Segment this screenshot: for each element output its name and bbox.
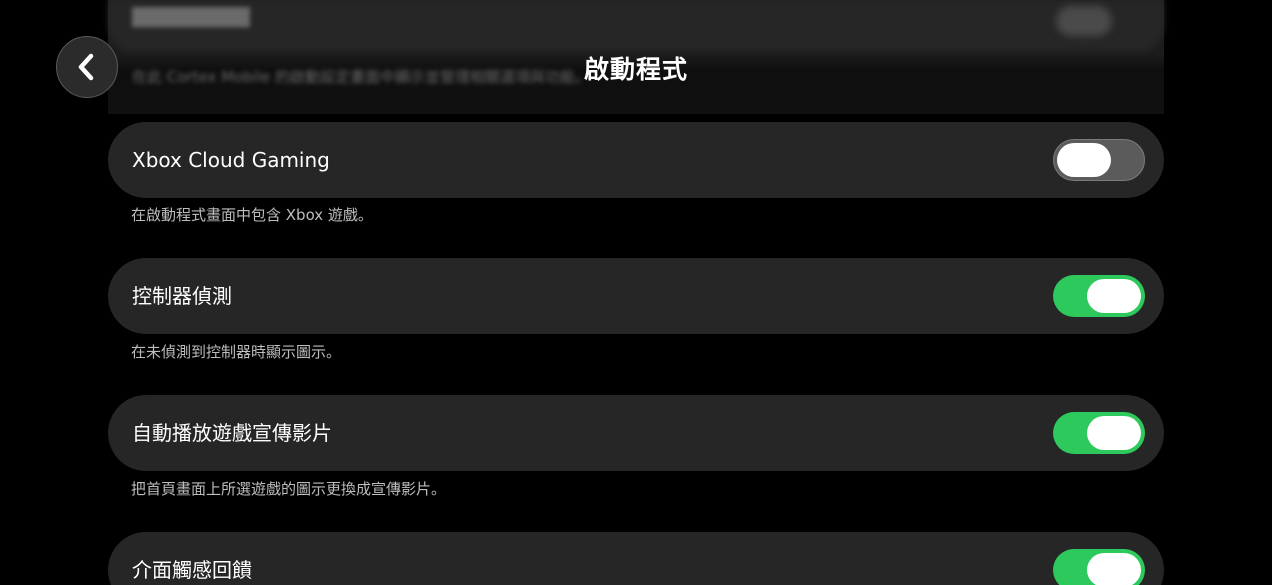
blurred-setting-row	[108, 0, 1164, 52]
setting-description: 把首頁畫面上所選遊戲的圖示更換成宣傳影片。	[131, 480, 447, 498]
blurred-toggle	[1056, 6, 1112, 36]
setting-label: 控制器偵測	[132, 284, 232, 308]
setting-row-xbox-cloud-gaming[interactable]: Xbox Cloud Gaming	[108, 122, 1164, 198]
setting-description: 在未偵測到控制器時顯示圖示。	[131, 343, 342, 361]
autoplay-trailers-toggle[interactable]	[1053, 412, 1145, 454]
haptic-feedback-toggle[interactable]	[1053, 549, 1145, 585]
setting-label: 自動播放遊戲宣傳影片	[132, 421, 332, 445]
toggle-knob	[1087, 279, 1141, 313]
blurred-setting-label: █████████	[132, 8, 250, 28]
setting-row-haptic-feedback[interactable]: 介面觸感回饋	[108, 532, 1164, 585]
setting-description: 在啟動程式畫面中包含 Xbox 遊戲。	[131, 206, 373, 224]
setting-label: 介面觸感回饋	[132, 558, 252, 582]
launcher-settings-page: █████████ 在此 Cortex Mobile 的啟動設定畫面中顯示並管理…	[0, 0, 1272, 585]
setting-label: Xbox Cloud Gaming	[132, 148, 330, 172]
toggle-knob	[1087, 553, 1141, 585]
setting-row-autoplay-trailers[interactable]: 自動播放遊戲宣傳影片	[108, 395, 1164, 471]
toggle-knob	[1057, 143, 1111, 177]
page-title: 啟動程式	[583, 55, 688, 84]
toggle-knob	[1087, 416, 1141, 450]
xbox-cloud-gaming-toggle[interactable]	[1053, 139, 1145, 181]
controller-detection-toggle[interactable]	[1053, 275, 1145, 317]
setting-row-controller-detection[interactable]: 控制器偵測	[108, 258, 1164, 334]
